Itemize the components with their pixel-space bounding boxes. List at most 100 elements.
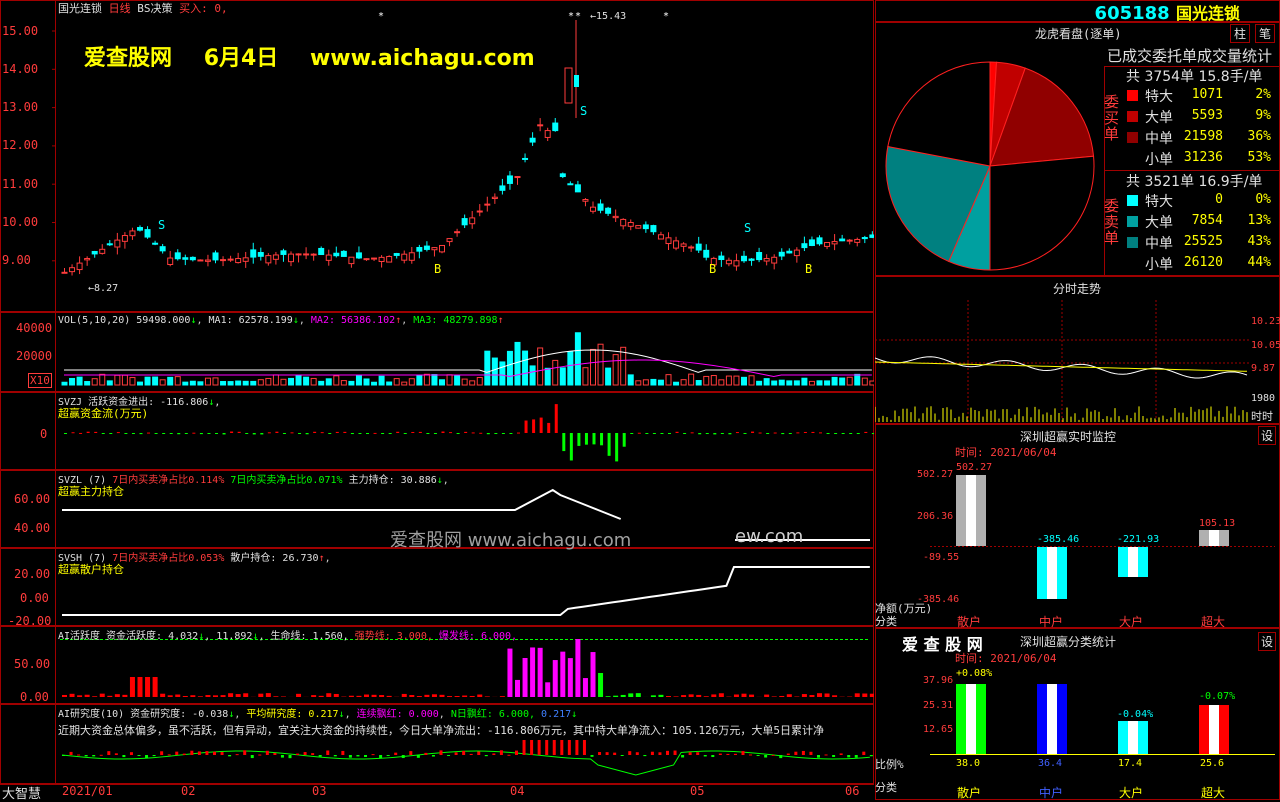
research-bar	[198, 751, 201, 755]
research-bar	[289, 755, 292, 758]
activity-bar	[719, 693, 724, 697]
stat-settings-button[interactable]: 设	[1258, 632, 1276, 651]
candle-body	[213, 253, 218, 260]
volume-bar	[266, 378, 271, 385]
activity-bar	[696, 695, 701, 697]
volume-bar	[304, 377, 309, 385]
low-mark: ←8.27	[88, 283, 118, 294]
flow-bar	[502, 433, 505, 434]
research-bar	[757, 755, 760, 756]
price-tick: 10.00	[2, 215, 38, 229]
candle-body	[628, 223, 633, 227]
flow-bar	[759, 433, 762, 434]
volume-bar	[485, 351, 490, 385]
ai1-axis: 50.00	[14, 657, 50, 671]
candle-body	[70, 268, 75, 272]
research-bar	[77, 755, 80, 756]
svzl-t3: 主力持仓: 30.886	[349, 475, 437, 486]
volume-bar	[409, 379, 414, 385]
candle-body	[153, 243, 158, 244]
flow-bar	[811, 432, 814, 433]
activity-bar	[832, 695, 837, 697]
research-bar	[62, 755, 65, 756]
price-tick: 12.00	[2, 138, 38, 152]
volume-bar	[243, 381, 248, 385]
candle-body	[674, 241, 679, 248]
volume-bar	[666, 375, 671, 385]
period-label[interactable]: 日线	[109, 2, 131, 15]
btn-bi[interactable]: 笔	[1255, 24, 1275, 43]
vol-axis: 20000	[16, 349, 52, 363]
research-bar	[809, 752, 812, 755]
color-swatch	[1127, 132, 1138, 143]
svzl-t1: 7日内买卖净占比0.114%	[112, 475, 224, 486]
candle-body	[568, 184, 573, 185]
candle-body	[523, 158, 528, 159]
activity-bar	[621, 695, 626, 697]
activity-bar	[379, 695, 384, 697]
candle-body	[85, 259, 90, 260]
monitor-settings-button[interactable]: 设	[1258, 426, 1276, 445]
buy-row: 特大10712%	[1125, 86, 1275, 104]
activity-bar	[319, 696, 324, 697]
signal-b: B	[434, 262, 441, 276]
candle-body	[621, 219, 626, 225]
research-bar	[817, 755, 820, 758]
research-bar	[847, 755, 850, 757]
flow-bar	[668, 433, 671, 434]
watermark-mid2: ew.com	[735, 526, 803, 547]
price-line	[875, 357, 1247, 378]
month-label: 06	[845, 784, 859, 798]
candle-body	[651, 226, 656, 232]
color-swatch	[1127, 90, 1138, 101]
flow-bar	[268, 432, 271, 433]
research-bar	[455, 752, 458, 755]
candle-body	[394, 254, 399, 256]
research-bar	[832, 755, 835, 757]
stat-cat: 大户	[1119, 784, 1143, 801]
candle-body	[794, 250, 799, 255]
candle-body	[802, 244, 807, 248]
candle-body	[379, 257, 384, 261]
research-bar	[424, 753, 427, 755]
volume-bar	[349, 381, 354, 385]
volume-bar	[568, 352, 573, 385]
activity-bar	[424, 695, 429, 697]
candle-body	[251, 250, 256, 257]
activity-bar	[485, 696, 490, 697]
vol-ma-line	[64, 360, 872, 376]
stat-ylab2: 分类	[875, 779, 897, 795]
flow-bar	[230, 432, 233, 433]
buy-row-name: 特大	[1145, 86, 1173, 106]
research-bar	[319, 755, 322, 757]
volume-bar	[281, 379, 286, 385]
volume-bar	[402, 382, 407, 385]
volume-bar	[507, 351, 512, 385]
candle-body	[289, 254, 294, 262]
vol-ma-line	[64, 350, 872, 372]
vol-unit: X10	[28, 373, 52, 388]
flow-bar	[109, 433, 112, 434]
activity-bar	[334, 694, 339, 697]
research-bar	[107, 751, 110, 755]
candle-body	[825, 243, 830, 247]
flow-bar	[864, 432, 867, 433]
flow-bar	[834, 433, 837, 434]
flow-bar	[275, 432, 278, 433]
research-bar	[613, 753, 616, 755]
research-bar	[530, 740, 533, 755]
activity-bar	[266, 693, 271, 697]
volume-bar	[553, 360, 558, 385]
btn-zhu[interactable]: 柱	[1230, 24, 1250, 43]
candle-body	[311, 254, 316, 255]
volume-bar	[658, 380, 663, 385]
right-panel: 605188 国光连锁 龙虎看盘(逐单) 柱 笔 已成交委托单成交量统计 委买单…	[875, 0, 1280, 800]
flow-bar	[87, 432, 90, 433]
flow-bar	[94, 432, 97, 433]
ai1-t: AI活跃度 资金活跃度: 4.032	[58, 631, 198, 642]
volume-bar	[500, 362, 505, 385]
research-bar	[175, 752, 178, 755]
svzl-axis: 40.00	[14, 521, 50, 535]
flow-bar	[155, 433, 158, 434]
flow-bar	[457, 433, 460, 434]
